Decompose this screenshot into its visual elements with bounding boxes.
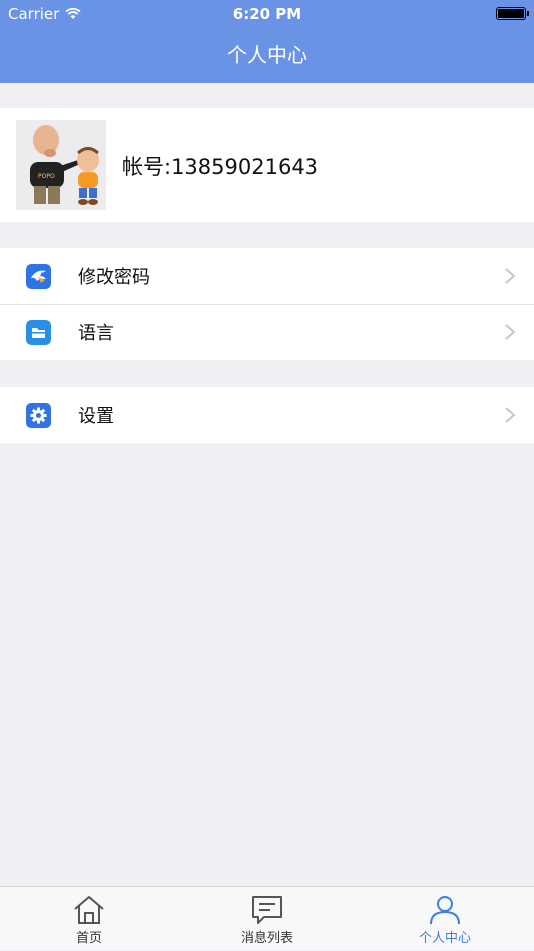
tab-label: 个人中心 xyxy=(418,931,471,946)
page-title: 个人中心 xyxy=(0,28,534,83)
tab-label: 消息列表 xyxy=(240,931,293,946)
settings-group: 设置 xyxy=(0,387,534,443)
tab-label: 首页 xyxy=(75,931,102,946)
person-icon xyxy=(430,896,460,925)
menu-group: 修改密码 语言 xyxy=(0,248,534,360)
chevron-right-icon xyxy=(505,268,516,284)
menu-item-label: 语言 xyxy=(78,323,114,344)
battery-icon xyxy=(496,7,529,20)
chevron-right-icon xyxy=(505,324,516,340)
avatar[interactable]: POPO xyxy=(16,120,106,210)
tab-bar: 首页 消息列表 个人中心 xyxy=(0,886,534,950)
folder-icon xyxy=(26,320,51,345)
menu-item-label: 设置 xyxy=(78,406,114,427)
gear-icon xyxy=(26,403,51,428)
avatar-image: POPO xyxy=(16,120,106,210)
svg-text:POPO: POPO xyxy=(38,173,55,180)
menu-item-change-password[interactable]: 修改密码 xyxy=(0,248,534,304)
tab-home[interactable]: 首页 xyxy=(0,887,178,951)
account-number: 帐号:13859021643 xyxy=(122,155,319,179)
home-icon xyxy=(74,896,104,924)
menu-item-settings[interactable]: 设置 xyxy=(0,387,534,443)
menu-item-language[interactable]: 语言 xyxy=(0,304,534,360)
message-icon xyxy=(252,896,282,924)
bird-icon xyxy=(26,264,51,289)
chevron-right-icon xyxy=(505,407,516,423)
status-bar: Carrier 6:20 PM xyxy=(0,0,534,28)
tab-messages[interactable]: 消息列表 xyxy=(178,887,356,951)
tab-profile[interactable]: 个人中心 xyxy=(356,887,534,951)
profile-card[interactable]: POPO 帐号:13859021643 xyxy=(0,108,534,222)
status-time: 6:20 PM xyxy=(232,5,302,23)
menu-item-label: 修改密码 xyxy=(78,267,150,288)
